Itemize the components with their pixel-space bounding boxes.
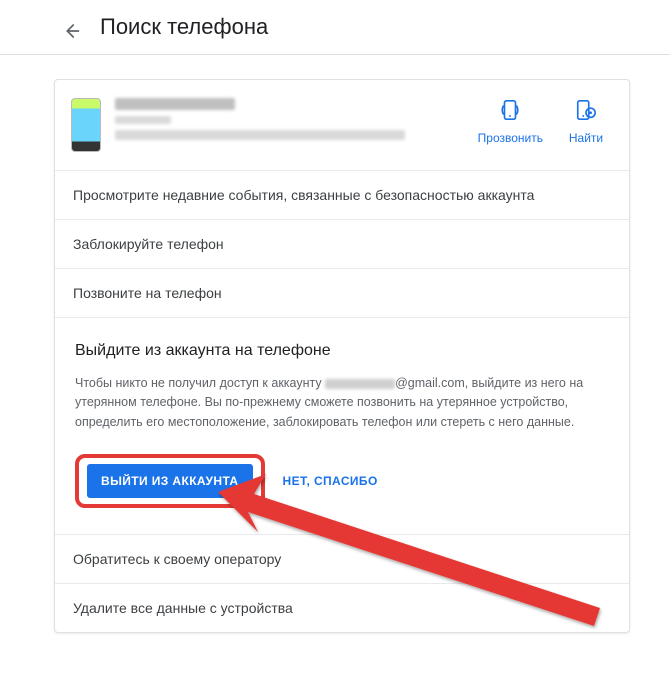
device-details-redacted — [115, 130, 405, 140]
row-security-events[interactable]: Просмотрите недавние события, связанные … — [55, 171, 629, 220]
signout-button[interactable]: Выйти из аккаунта — [87, 464, 253, 498]
email-redacted — [325, 379, 395, 389]
no-thanks-button[interactable]: Нет, спасибо — [279, 464, 382, 498]
row-call-phone-label: Позвоните на телефон — [73, 285, 222, 301]
row-contact-carrier[interactable]: Обратитесь к своему оператору — [55, 535, 629, 584]
annotation-highlight-box: Выйти из аккаунта — [75, 454, 265, 508]
device-name-redacted — [115, 98, 235, 110]
back-arrow-icon[interactable] — [62, 22, 80, 40]
device-card: Прозвонить Найти Просмотрите недавние со… — [54, 79, 630, 633]
row-security-events-label: Просмотрите недавние события, связанные … — [73, 187, 534, 203]
row-lock-phone-label: Заблокируйте телефон — [73, 236, 224, 252]
ring-device-button[interactable]: Прозвонить — [478, 98, 543, 145]
signout-actions: Выйти из аккаунта Нет, спасибо — [75, 454, 609, 508]
page-title: Поиск телефона — [100, 14, 268, 40]
device-meta-redacted — [115, 116, 171, 124]
row-call-phone[interactable]: Позвоните на телефон — [55, 269, 629, 318]
row-lock-phone[interactable]: Заблокируйте телефон — [55, 220, 629, 269]
signout-desc-before: Чтобы никто не получил доступ к аккаунту — [75, 376, 325, 390]
page-header: Поиск телефона — [0, 0, 670, 55]
device-info — [115, 98, 478, 146]
signout-panel: Выйдите из аккаунта на телефоне Чтобы ни… — [55, 318, 629, 535]
ring-label: Прозвонить — [478, 131, 543, 145]
device-actions: Прозвонить Найти — [478, 98, 611, 145]
locate-icon — [575, 98, 597, 125]
phone-thumbnail — [71, 98, 101, 152]
signout-description: Чтобы никто не получил доступ к аккаунту… — [75, 374, 609, 432]
row-erase-device-label: Удалите все данные с устройства — [73, 600, 293, 616]
row-erase-device[interactable]: Удалите все данные с устройства — [55, 584, 629, 632]
find-device-button[interactable]: Найти — [561, 98, 611, 145]
row-contact-carrier-label: Обратитесь к своему оператору — [73, 551, 281, 567]
device-header-row: Прозвонить Найти — [55, 80, 629, 171]
find-label: Найти — [569, 131, 603, 145]
ring-icon — [499, 98, 521, 125]
signout-title: Выйдите из аккаунта на телефоне — [75, 342, 609, 360]
